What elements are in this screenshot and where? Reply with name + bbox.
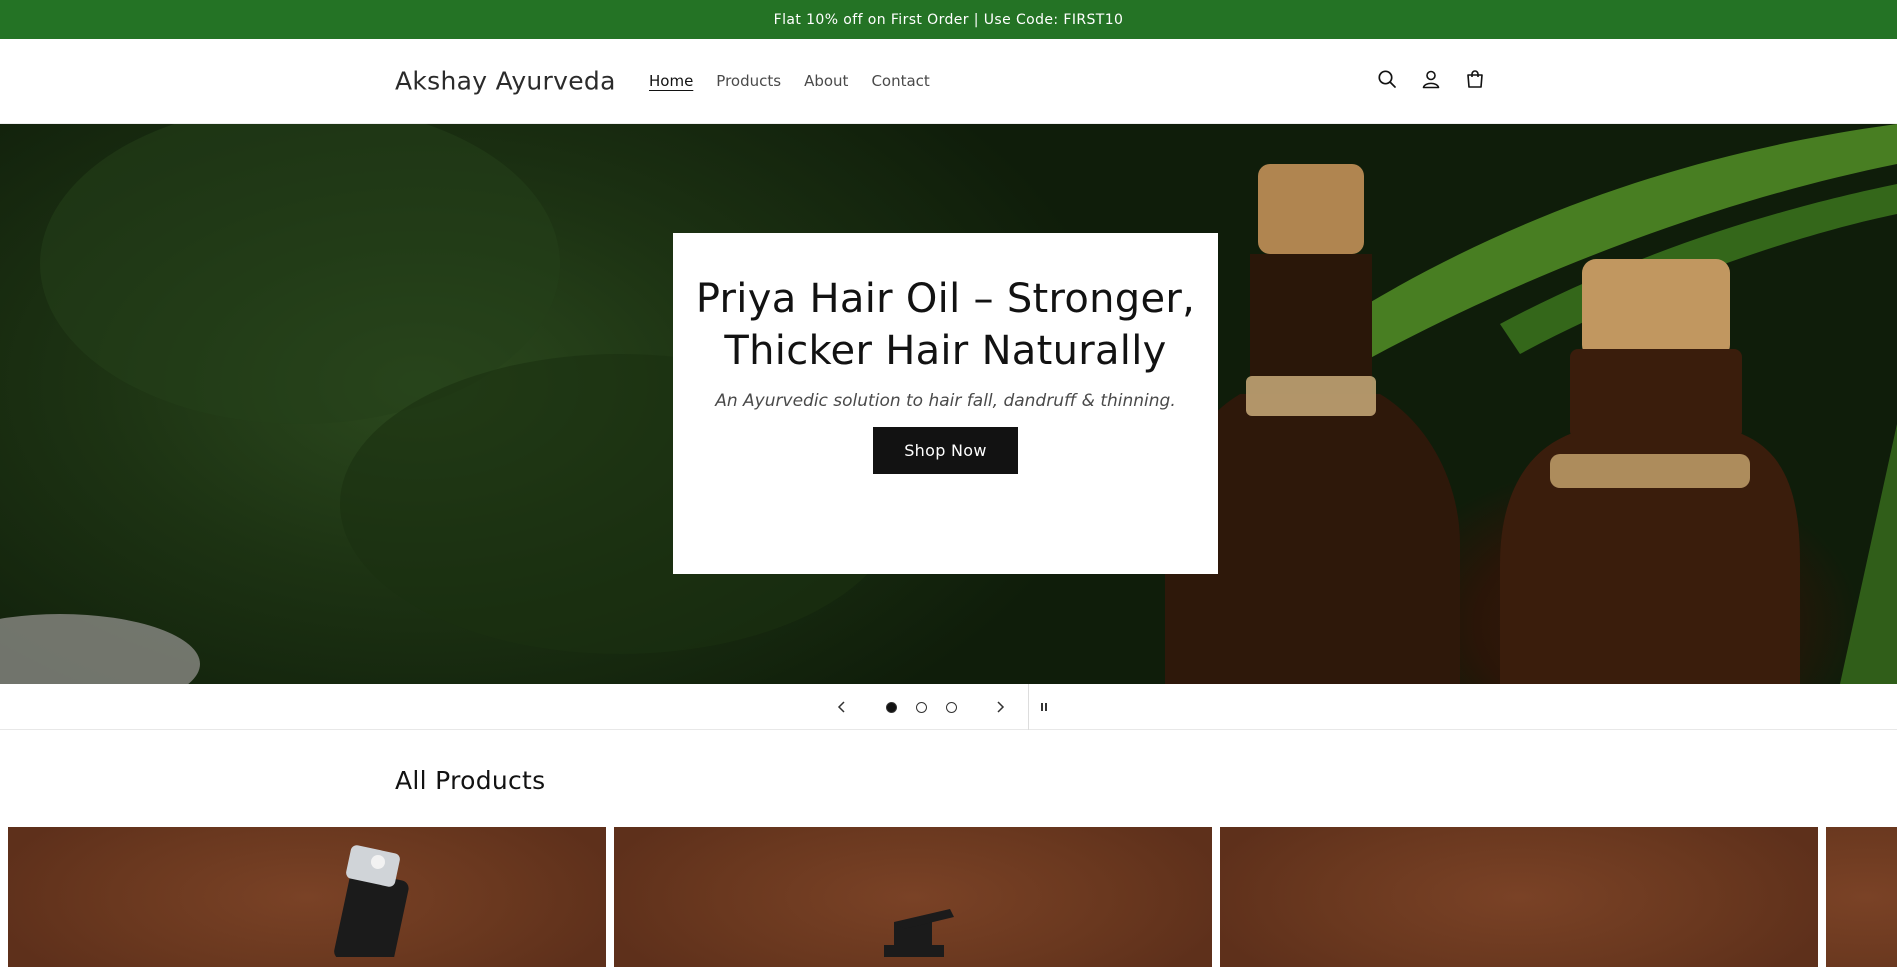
slider-dot-1[interactable] <box>886 702 897 713</box>
next-arrow-icon[interactable] <box>991 698 1009 716</box>
hero-subtitle: An Ayurvedic solution to hair fall, dand… <box>715 391 1176 411</box>
pump-bottle-image <box>884 909 954 965</box>
product-card[interactable] <box>1220 827 1818 967</box>
prev-arrow-icon[interactable] <box>833 698 851 716</box>
search-icon[interactable] <box>1375 67 1399 91</box>
nav-contact[interactable]: Contact <box>871 72 929 90</box>
main-nav: Home Products About Contact <box>649 72 930 90</box>
hero-card: Priya Hair Oil – Stronger, Thicker Hair … <box>673 233 1218 574</box>
announcement-text: Flat 10% off on First Order | Use Code: … <box>773 11 1124 28</box>
site-header: Akshay Ayurveda Home Products About Cont… <box>0 39 1897 124</box>
pause-icon[interactable] <box>1035 698 1053 716</box>
all-products-title: All Products <box>395 766 546 795</box>
hero-banner: Priya Hair Oil – Stronger, Thicker Hair … <box>0 124 1897 684</box>
site-logo[interactable]: Akshay Ayurveda <box>395 67 616 96</box>
nav-products[interactable]: Products <box>716 72 781 90</box>
nav-about[interactable]: About <box>804 72 848 90</box>
slider-dot-3[interactable] <box>946 702 957 713</box>
product-card[interactable] <box>8 827 606 967</box>
header-icons <box>1375 67 1487 91</box>
product-grid <box>8 827 1897 967</box>
hero-title: Priya Hair Oil – Stronger, Thicker Hair … <box>695 276 1196 374</box>
slider-controls <box>0 684 1897 730</box>
nav-home[interactable]: Home <box>649 72 693 90</box>
account-icon[interactable] <box>1419 67 1443 91</box>
shop-now-button[interactable]: Shop Now <box>873 427 1018 474</box>
product-card[interactable] <box>614 827 1212 967</box>
product-card[interactable] <box>1826 827 1897 967</box>
controls-divider <box>1028 684 1029 730</box>
spray-bottle-image <box>334 845 409 967</box>
cart-icon[interactable] <box>1463 67 1487 91</box>
slider-dot-2[interactable] <box>916 702 927 713</box>
announcement-bar: Flat 10% off on First Order | Use Code: … <box>0 0 1897 39</box>
